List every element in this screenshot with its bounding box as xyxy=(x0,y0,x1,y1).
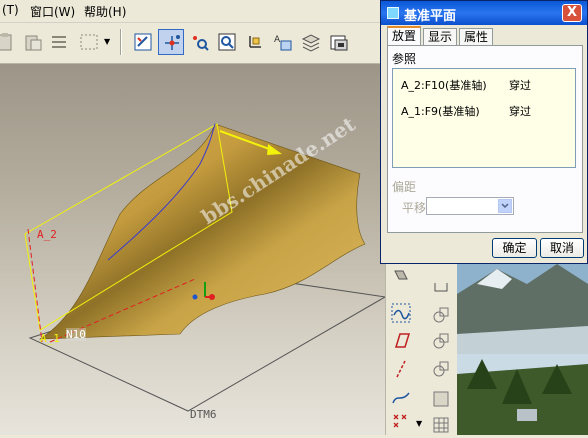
sketch-tool-icon[interactable] xyxy=(428,276,454,302)
datum-axis-a2[interactable] xyxy=(27,228,43,343)
placement-panel: 参照 A_2:F10(基准轴) 穿过 A_1:F9(基准轴) 穿过 偏距 平移 xyxy=(387,45,583,233)
feature-toolbar: ▼ xyxy=(385,264,458,435)
plane-label-dtm6: DTM6 xyxy=(190,408,217,421)
blend-tool-icon[interactable] xyxy=(428,328,454,354)
menu-tools[interactable]: (T) xyxy=(2,3,19,17)
menu-help[interactable]: 帮助(H) xyxy=(84,3,126,20)
graphics-viewport[interactable]: A_2 A_1 N10 DTM6 bbs.chinade.net xyxy=(0,64,385,435)
axis-label-a2: A_2 xyxy=(37,228,57,241)
ok-button[interactable]: 确定 xyxy=(492,238,537,258)
references-label: 参照 xyxy=(392,52,417,66)
menu-window[interactable]: 窗口(W) xyxy=(30,3,75,20)
model-canvas[interactable] xyxy=(0,64,385,435)
chevron-down-icon[interactable]: ▼ xyxy=(104,37,110,46)
annotation-display-icon[interactable]: A xyxy=(270,29,296,55)
reference-row[interactable]: A_1:F9(基准轴) 穿过 xyxy=(401,103,531,119)
select-box-icon[interactable] xyxy=(76,29,102,55)
curve-label-n10: N10 xyxy=(66,328,86,341)
svg-text:A: A xyxy=(274,35,281,45)
offset-label: 偏距 xyxy=(392,180,417,194)
reference-row[interactable]: A_2:F10(基准轴) 穿过 xyxy=(401,77,531,93)
tab-display[interactable]: 显示 xyxy=(423,28,457,45)
chevron-down-icon[interactable] xyxy=(498,199,512,213)
datum-plane-tool-icon[interactable] xyxy=(388,264,414,290)
datum-curve-tool-icon[interactable] xyxy=(388,300,414,326)
paste-icon[interactable] xyxy=(0,29,18,55)
axis-label-a1: A_1 xyxy=(40,332,60,345)
grid-tool-icon[interactable] xyxy=(428,412,454,438)
triad-x-end-icon xyxy=(209,294,215,300)
saved-view-icon[interactable] xyxy=(326,29,352,55)
axis-tool-icon[interactable] xyxy=(388,356,414,382)
references-list[interactable]: A_2:F10(基准轴) 穿过 A_1:F9(基准轴) 穿过 xyxy=(392,68,576,168)
cancel-button[interactable]: 取消 xyxy=(540,238,584,258)
reference-constraint[interactable]: 穿过 xyxy=(509,77,531,93)
close-icon[interactable]: X xyxy=(562,4,582,22)
datum-axis-display-icon[interactable] xyxy=(158,29,184,55)
plane-tool-icon[interactable] xyxy=(388,328,414,354)
background-photo xyxy=(457,264,588,435)
tab-placement[interactable]: 放置 xyxy=(387,26,421,46)
reference-name: A_2:F10(基准轴) xyxy=(401,79,487,92)
datum-plane-display-icon[interactable] xyxy=(130,29,156,55)
paste-special-icon[interactable] xyxy=(20,29,46,55)
reference-name: A_1:F9(基准轴) xyxy=(401,105,480,118)
datum-plane-dialog: 基准平面 X 放置 显示 属性 参照 A_2:F10(基准轴) 穿过 A_1:F… xyxy=(380,0,588,264)
dialog-title-bar[interactable]: 基准平面 X xyxy=(381,1,587,25)
revolve-tool-icon[interactable] xyxy=(428,302,454,328)
regenerate-icon[interactable] xyxy=(46,29,72,55)
shell-tool-icon[interactable] xyxy=(428,356,454,382)
translate-combo[interactable] xyxy=(426,197,514,215)
dialog-title: 基准平面 xyxy=(404,9,457,24)
pattern-tool-icon[interactable] xyxy=(428,386,454,412)
zoom-icon[interactable] xyxy=(214,29,240,55)
curve-tool-icon[interactable] xyxy=(388,384,414,410)
point-tool-icon[interactable] xyxy=(388,409,414,435)
layers-icon[interactable] xyxy=(298,29,324,55)
app-icon xyxy=(387,7,399,19)
chevron-down-icon[interactable]: ▼ xyxy=(416,419,422,428)
coordinate-system-icon[interactable] xyxy=(242,29,268,55)
triad-z-icon xyxy=(192,294,198,300)
reference-constraint[interactable]: 穿过 xyxy=(509,103,531,119)
tab-properties[interactable]: 属性 xyxy=(459,28,493,45)
toolbar-separator xyxy=(120,29,122,55)
datum-point-display-icon[interactable] xyxy=(186,29,212,55)
translate-label: 平移 xyxy=(402,201,427,215)
